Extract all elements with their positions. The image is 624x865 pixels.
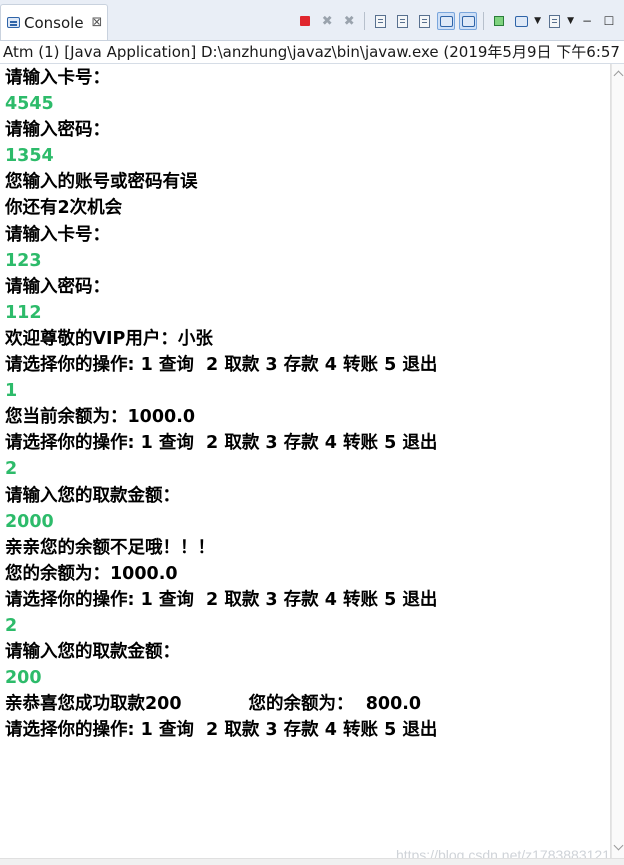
console-input-line: 123 xyxy=(5,250,42,271)
maximize-icon: ☐ xyxy=(603,14,615,28)
minimize-button[interactable]: − xyxy=(578,12,596,30)
clear-console-button[interactable] xyxy=(415,12,433,30)
view-tab-bar: Console ⊠ ✖ ✖ ▼ ▼ − ☐ xyxy=(0,0,624,41)
console-output-line: 你还有2次机会 xyxy=(5,198,123,219)
console-tab[interactable]: Console ⊠ xyxy=(0,4,108,40)
console-input-line: 200 xyxy=(5,668,42,689)
console-output[interactable]: 请输入卡号： 4545 请输入密码： 1354 您输入的账号或密码有误 你还有2次机会 请输… xyxy=(0,64,611,859)
pin-console-icon xyxy=(494,16,505,26)
console-input-line: 1354 xyxy=(5,146,54,167)
console-output-line: 您当前余额为：1000.0 xyxy=(5,407,196,428)
console-toolbar: ✖ ✖ ▼ ▼ − ☐ xyxy=(296,10,618,32)
open-console-button[interactable] xyxy=(545,12,563,30)
console-output-line: 请输入密码： xyxy=(5,120,110,141)
console-output-line: 您的余额为：1000.0 xyxy=(5,563,178,584)
scroll-up-icon[interactable] xyxy=(613,70,624,81)
toolbar-divider xyxy=(364,12,366,30)
console-output-line: 亲亲您的余额不足哦！！！ xyxy=(5,537,215,558)
show-on-stdout-icon xyxy=(439,15,453,27)
console-input-line: 112 xyxy=(5,302,42,323)
close-icon[interactable]: ⊠ xyxy=(92,15,103,30)
show-on-stderr-button[interactable] xyxy=(459,12,478,30)
console-output-line: 请选择你的操作: 1 查询 2 取款 3 存款 4 转账 5 退出 xyxy=(5,589,438,610)
display-console-button[interactable] xyxy=(512,12,530,30)
open-console-icon xyxy=(548,14,560,28)
pin-console-button[interactable] xyxy=(490,12,508,30)
console-output-line: 请输入密码： xyxy=(5,276,110,297)
show-on-stderr-icon xyxy=(461,15,475,27)
scroll-down-icon[interactable] xyxy=(613,840,624,851)
clear-console-icon xyxy=(418,14,430,28)
horizontal-scrollbar[interactable] xyxy=(0,858,624,865)
console-icon xyxy=(7,17,20,28)
display-console-icon xyxy=(514,15,528,27)
minimize-icon: − xyxy=(581,14,593,28)
maximize-button[interactable]: ☐ xyxy=(600,12,618,30)
console-input-line: 2 xyxy=(5,615,18,636)
process-status-line: Atm (1) [Java Application] D:\anzhung\ja… xyxy=(0,41,624,64)
console-output-line: 亲恭喜您成功取款200 您的余额为： 800.0 xyxy=(5,694,422,715)
remove-all-terminated-icon: ✖ xyxy=(343,13,355,29)
console-output-line: 欢迎尊敬的VIP用户：小张 xyxy=(5,328,213,349)
chevron-down-icon[interactable]: ▼ xyxy=(534,16,541,26)
console-output-line: 请输入卡号： xyxy=(5,68,110,88)
console-tab-label: Console xyxy=(24,13,84,32)
remove-all-terminated-button[interactable]: ✖ xyxy=(340,12,358,30)
terminate-icon xyxy=(300,16,311,26)
vertical-scrollbar[interactable] xyxy=(611,64,624,859)
console-output-line: 请输入您的取款金额： xyxy=(5,642,180,663)
console-output-line: 请输入卡号： xyxy=(5,224,110,245)
console-output-line: 您输入的账号或密码有误 xyxy=(5,172,198,193)
console-input-line: 2000 xyxy=(5,511,54,532)
scroll-lock-button[interactable] xyxy=(393,12,411,30)
word-wrap-button[interactable] xyxy=(371,12,389,30)
remove-launch-button[interactable]: ✖ xyxy=(318,12,336,30)
word-wrap-icon xyxy=(374,14,386,28)
remove-launch-icon: ✖ xyxy=(321,13,333,29)
console-output-line: 请选择你的操作: 1 查询 2 取款 3 存款 4 转账 5 退出 xyxy=(5,720,438,741)
console-input-line: 1 xyxy=(5,381,18,402)
scroll-lock-icon xyxy=(396,14,408,28)
terminate-button[interactable] xyxy=(296,12,314,30)
toolbar-divider xyxy=(483,12,485,30)
show-on-stdout-button[interactable] xyxy=(437,12,456,30)
console-output-line: 请选择你的操作: 1 查询 2 取款 3 存款 4 转账 5 退出 xyxy=(5,355,438,376)
console-output-line: 请选择你的操作: 1 查询 2 取款 3 存款 4 转账 5 退出 xyxy=(5,433,438,454)
chevron-down-icon[interactable]: ▼ xyxy=(567,16,574,26)
console-output-line: 请输入您的取款金额： xyxy=(5,485,180,506)
console-input-line: 4545 xyxy=(5,94,54,115)
console-input-line: 2 xyxy=(5,459,18,480)
